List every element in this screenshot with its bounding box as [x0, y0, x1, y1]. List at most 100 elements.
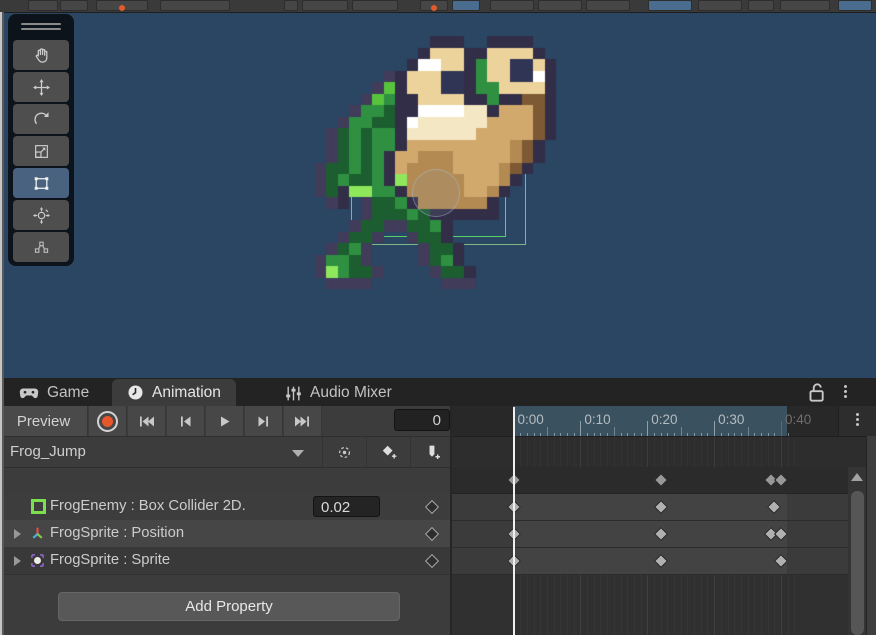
keyframe-toggle-icon[interactable]: [425, 554, 439, 568]
dopesheet-menu-kebab-icon[interactable]: [856, 413, 859, 416]
foldout-arrow-icon[interactable]: [14, 556, 21, 566]
hand-tool-button[interactable]: [13, 40, 69, 70]
ruler-tick: [754, 433, 755, 436]
ruler-tick: [661, 433, 662, 436]
toolbar-segment[interactable]: [780, 0, 830, 11]
orange-status-icon: [119, 5, 125, 11]
transport-row: Preview 0: [0, 406, 452, 437]
summary-keyframe[interactable]: [654, 473, 668, 487]
lock-icon[interactable]: [806, 383, 828, 402]
ruler-tick: [641, 433, 642, 436]
window-edge-shadow: [2, 12, 4, 635]
frog-sprite[interactable]: [303, 36, 568, 289]
scene-tools-overlay: [8, 14, 74, 266]
summary-keyframe[interactable]: [774, 473, 788, 487]
toolbar-segment[interactable]: [538, 0, 582, 11]
toolbar-segment[interactable]: [302, 0, 348, 11]
move-tool-button[interactable]: [13, 72, 69, 102]
panel-divider[interactable]: [450, 406, 452, 635]
add-property-button[interactable]: Add Property: [58, 592, 400, 621]
frame-number-input[interactable]: 0: [394, 409, 450, 431]
next-key-icon: [255, 415, 272, 428]
ruler-tick: [681, 427, 682, 436]
add-event-button[interactable]: [410, 437, 454, 467]
foldout-arrow-icon[interactable]: [14, 529, 21, 539]
box-collider-icon-shape: [31, 499, 46, 514]
property-label: FrogSprite : Position: [50, 525, 184, 541]
scale-tool-button[interactable]: [13, 136, 69, 166]
toolbar-segment[interactable]: [586, 0, 630, 11]
timeline-ruler[interactable]: 0:000:100:200:300:40: [452, 406, 876, 437]
playhead[interactable]: [513, 407, 515, 635]
custom-tool-button[interactable]: [13, 232, 69, 262]
property-row[interactable]: FrogEnemy : Box Collider 2D.0.02: [0, 493, 452, 521]
scrollbar-thumb[interactable]: [851, 491, 864, 635]
go-to-start-icon: [138, 415, 155, 428]
orange-status-icon: [431, 5, 437, 11]
toolbar-segment[interactable]: [160, 0, 230, 11]
toolbar-segment[interactable]: [96, 0, 148, 11]
ruler-tick: [527, 433, 528, 436]
toolbar-segment[interactable]: [648, 0, 692, 11]
toolbar-segment[interactable]: [490, 0, 534, 11]
tab-label: Animation: [152, 384, 221, 402]
keyframe-row[interactable]: [452, 521, 848, 548]
ruler-tick: [674, 433, 675, 436]
scene-view[interactable]: [0, 12, 876, 378]
scroll-up-icon[interactable]: [851, 473, 863, 481]
keyframe-row[interactable]: [452, 548, 848, 575]
ruler-tick: [607, 433, 608, 436]
play-button[interactable]: [206, 406, 244, 436]
add-keyframe-button[interactable]: [366, 437, 410, 467]
toolbar-segment[interactable]: [838, 0, 872, 11]
summary-keyframe-row[interactable]: [452, 467, 848, 494]
ruler-tick: [721, 433, 722, 436]
go-to-start-button[interactable]: [128, 406, 166, 436]
record-button[interactable]: [89, 406, 127, 436]
prev-key-icon: [177, 415, 194, 428]
toolbar-segment[interactable]: [60, 0, 88, 11]
keyframe-toggle-icon[interactable]: [425, 527, 439, 541]
prev-keyframe-button[interactable]: [167, 406, 205, 436]
tab-audio-mixer[interactable]: Audio Mixer: [270, 380, 407, 406]
move-icon: [33, 79, 50, 96]
rotate-tool-button[interactable]: [13, 104, 69, 134]
toolbar-segment[interactable]: [420, 0, 448, 11]
box-collider-icon: [31, 499, 46, 514]
property-row[interactable]: FrogSprite : Position: [0, 520, 452, 548]
toolbar-segment[interactable]: [352, 0, 398, 11]
tab-game[interactable]: Game: [4, 380, 104, 406]
ruler-time-label: 0:30: [718, 412, 744, 427]
keyframe-row[interactable]: [452, 494, 848, 521]
clock-icon: [127, 384, 144, 401]
ruler-tick: [714, 421, 715, 436]
clip-dropdown[interactable]: Frog_Jump: [10, 443, 86, 460]
toolbar-segment[interactable]: [284, 0, 298, 11]
property-row[interactable]: FrogSprite : Sprite: [0, 547, 452, 575]
property-value-input[interactable]: 0.02: [313, 496, 380, 517]
ruler-tick: [547, 427, 548, 436]
next-keyframe-button[interactable]: [245, 406, 283, 436]
ruler-tick: [621, 433, 622, 436]
toolbar-segment[interactable]: [452, 0, 480, 11]
toolbar-segment[interactable]: [698, 0, 742, 11]
toolbar-segment[interactable]: [748, 0, 774, 11]
tab-label: Audio Mixer: [310, 384, 392, 402]
overlay-drag-handle[interactable]: [21, 23, 61, 31]
rect-tool-button[interactable]: [13, 168, 69, 198]
toolbar-segment[interactable]: [28, 0, 58, 11]
ruler-tick: [580, 421, 581, 436]
filter-by-selection-button[interactable]: [322, 437, 366, 467]
tab-menu-kebab-icon[interactable]: [844, 385, 847, 388]
tab-animation[interactable]: Animation: [112, 379, 236, 406]
add-keyframe-icon: [380, 444, 397, 461]
go-to-end-button[interactable]: [284, 406, 322, 436]
vertical-scrollbar[interactable]: [848, 467, 866, 635]
ruler-time-label: 0:10: [584, 412, 610, 427]
transform-tool-button[interactable]: [13, 200, 69, 230]
preview-button[interactable]: Preview: [0, 406, 88, 436]
keyframe-toggle-icon[interactable]: [425, 500, 439, 514]
ruler-tick: [587, 433, 588, 436]
ruler-time-label: 0:00: [518, 412, 544, 427]
chevron-down-icon[interactable]: [292, 450, 304, 457]
